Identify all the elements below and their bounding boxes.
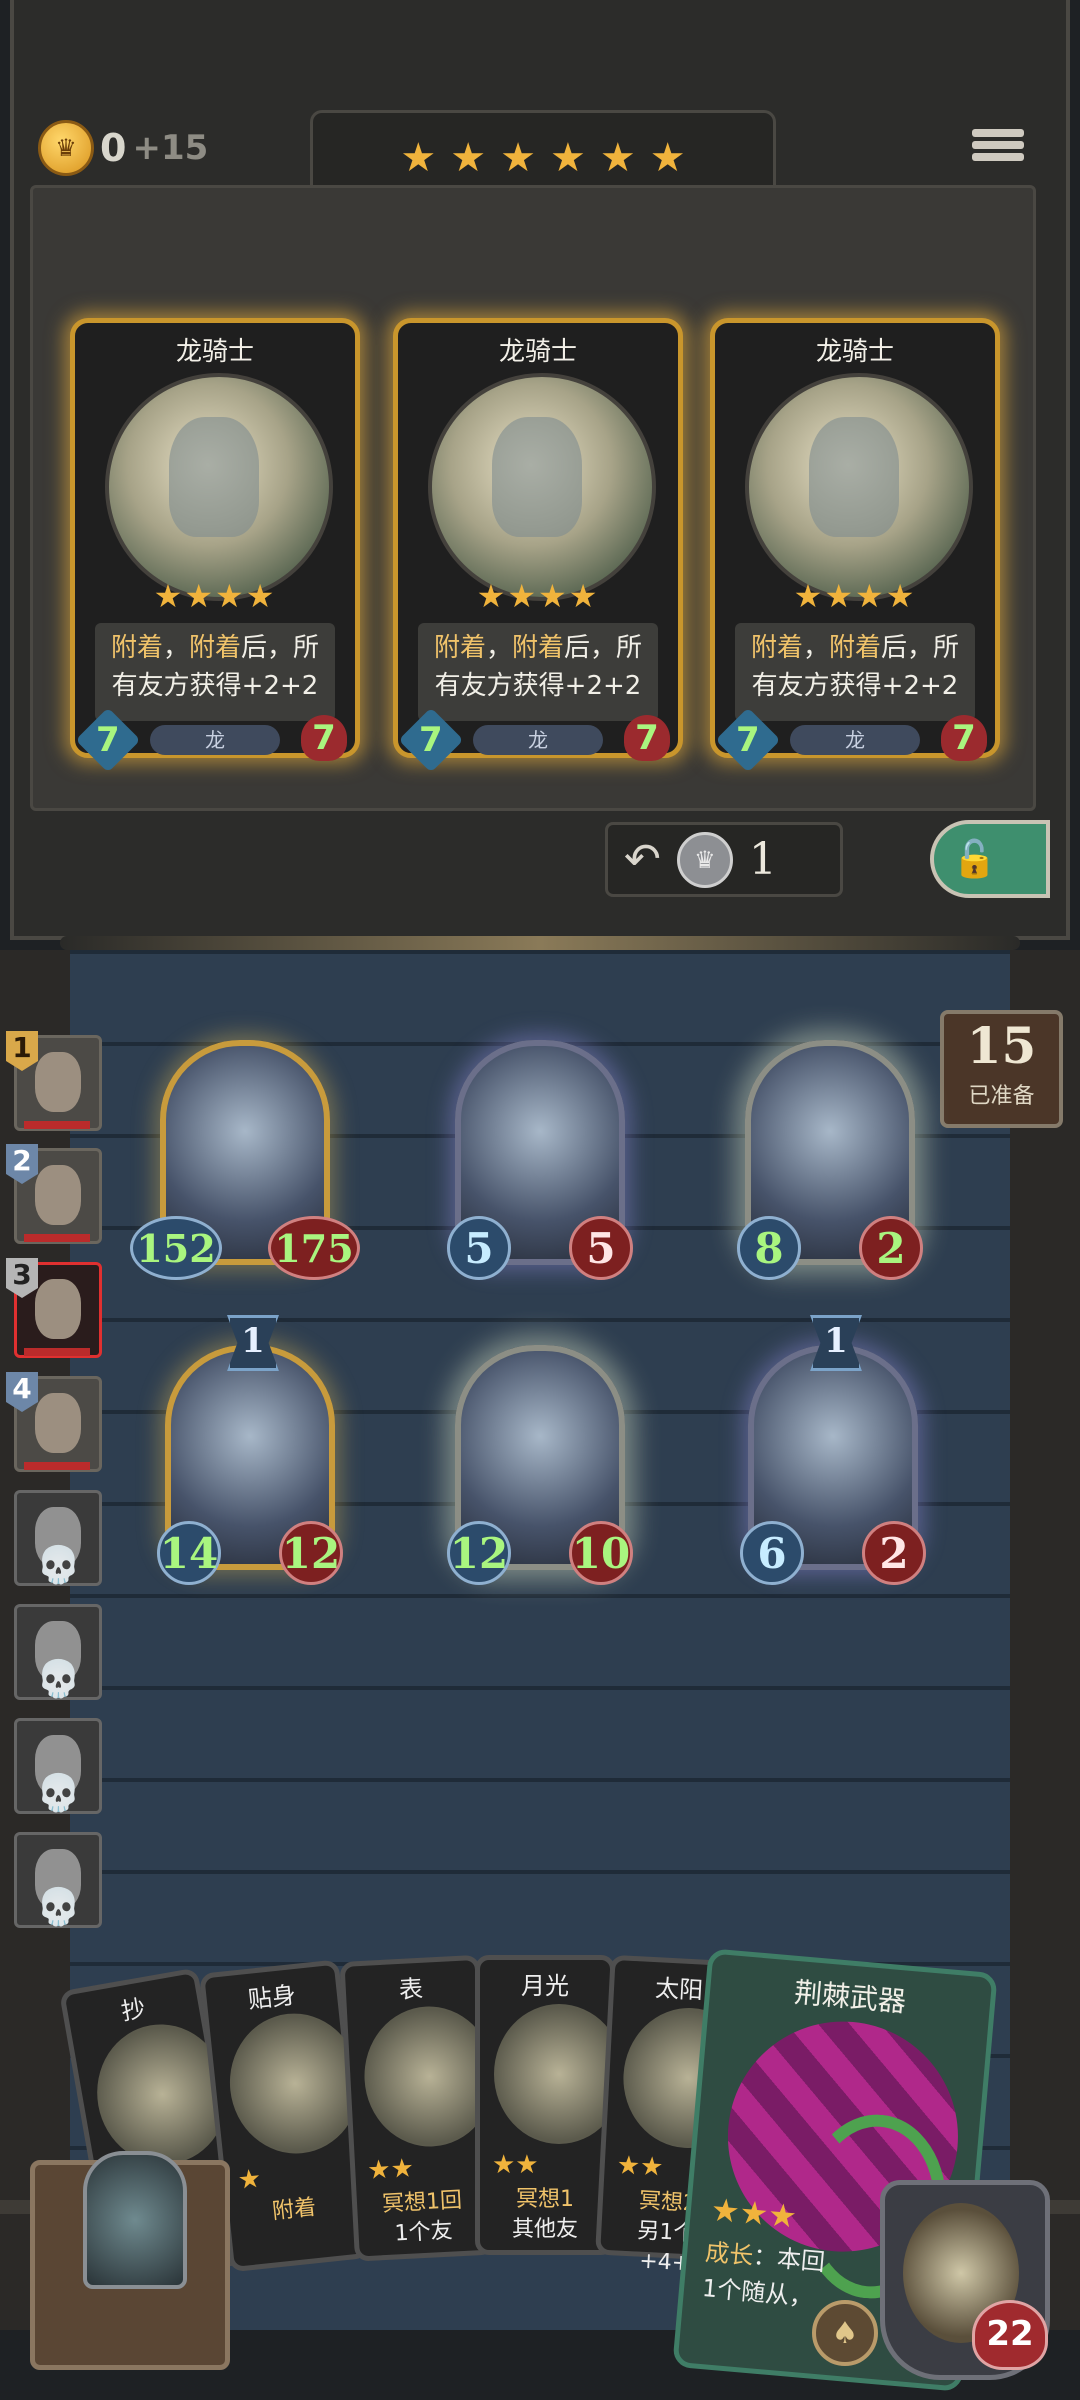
card-art (105, 373, 333, 601)
panel-rail (60, 936, 1020, 950)
card-name: 表 (398, 1974, 424, 2004)
hand-card[interactable]: 表 ★★ 冥想1回 1个友 (339, 1954, 499, 2262)
player-entry-eliminated[interactable]: 💀 (10, 1604, 102, 1704)
avatar (83, 2151, 187, 2289)
refresh-button[interactable]: ↶ ♛ 1 (605, 822, 843, 897)
board-unit[interactable]: 1 6 2 (740, 1315, 926, 1585)
board-unit[interactable]: 152 175 (130, 1040, 360, 1280)
card-description: 冥想1回 1个友 (381, 2187, 463, 2247)
right-pillar (1010, 950, 1080, 2330)
card-description: 附着，附着后，所 有友方获得+2+2 (95, 623, 335, 721)
card-description: 附着 (270, 2195, 318, 2225)
ready-count: 15 (966, 1016, 1037, 1075)
coin-icon: ♛ (676, 831, 733, 888)
player-hp-bar (24, 1348, 90, 1356)
shop-card[interactable]: 龙骑士 ★★★★ 附着，附着后，所 有友方获得+2+2 龙 7 7 (70, 318, 360, 773)
unit-attack: 6 (740, 1521, 804, 1585)
shop-card[interactable]: 龙骑士 ★★★★ 附着，附着后，所 有友方获得+2+2 龙 7 7 (393, 318, 683, 773)
shop-card[interactable]: 龙骑士 ★★★★ 附着，附着后，所 有友方获得+2+2 龙 7 7 (710, 318, 1000, 773)
card-stars: ★★★ (709, 2190, 799, 2236)
card-stars: ★★ (492, 2150, 539, 2180)
unit-attack: 14 (157, 1521, 221, 1585)
menu-icon[interactable] (972, 125, 1024, 173)
card-art (745, 373, 973, 601)
skull-icon: 💀 (36, 1887, 81, 1928)
player-entry-self[interactable]: 3 (6, 1258, 102, 1362)
card-stars: ★★★★ (476, 577, 600, 615)
card-stars: ★ (236, 2163, 263, 2196)
tier-star-icon: ★ (450, 135, 487, 181)
refresh-icon: ↶ (624, 834, 661, 885)
gold-amount: 0 (100, 126, 127, 170)
card-tribe-tag: 龙 (150, 725, 280, 755)
card-tribe-tag: 龙 (473, 725, 603, 755)
card-tribe-tag: 龙 (790, 725, 920, 755)
card-health: 7 (941, 715, 987, 761)
tier-star-icon: ★ (550, 135, 586, 181)
hand-card[interactable]: 月光 ★★ 冥想1 其他友 (475, 1955, 624, 2255)
unit-attack: 152 (130, 1216, 222, 1280)
unit-health: 2 (859, 1216, 923, 1280)
player-entry[interactable]: 4 (6, 1372, 102, 1476)
gold-coin-icon: ♛ (38, 120, 94, 176)
tier-star-icon: ★ (649, 135, 686, 181)
unit-attack: 8 (737, 1216, 801, 1280)
player-hp-bar (24, 1234, 90, 1242)
lock-icon: 🔓 (952, 839, 997, 880)
skull-icon: 💀 (36, 1659, 81, 1700)
board-unit[interactable]: 5 5 (447, 1040, 633, 1280)
board-unit[interactable]: 12 10 (447, 1345, 633, 1585)
player-entry-eliminated[interactable]: 💀 (10, 1490, 102, 1590)
gold-display: ♛ 0 +15 (38, 120, 208, 176)
tier-star-icon: ★ (400, 135, 437, 181)
card-health: 7 (624, 715, 670, 761)
player-entry-eliminated[interactable]: 💀 (10, 1718, 102, 1818)
card-stars: ★★★★ (793, 577, 917, 615)
card-health: 7 (301, 715, 347, 761)
ready-counter: 15 已准备 (940, 1010, 1063, 1128)
card-description: 附着，附着后，所 有友方获得+2+2 (418, 623, 658, 721)
hero-health: 22 (972, 2300, 1048, 2370)
gold-income: +15 (132, 128, 209, 168)
refresh-cost: 1 (748, 834, 777, 885)
unit-attack: 12 (447, 1521, 511, 1585)
unit-health: 175 (268, 1216, 360, 1280)
card-description: 冥想1 其他友 (511, 2187, 578, 2242)
lock-shop-button[interactable]: 🔓 (930, 820, 1050, 898)
player-entry-eliminated[interactable]: 💀 (10, 1832, 102, 1932)
tier-star-icon: ★ (599, 135, 636, 181)
card-name: 龙骑士 (815, 337, 894, 367)
card-stars: ★★ (366, 2153, 415, 2186)
skull-icon: 💀 (36, 1773, 81, 1814)
card-name: 贴身 (246, 1981, 298, 2014)
card-name: 月光 (521, 1972, 569, 2000)
player-entry[interactable]: 2 (6, 1144, 102, 1248)
ready-label: 已准备 (968, 1084, 1035, 1109)
tier-star-icon: ★ (500, 135, 536, 181)
card-art (428, 373, 656, 601)
unit-health: 12 (279, 1521, 343, 1585)
skull-icon: 💀 (36, 1545, 81, 1586)
unit-health: 5 (569, 1216, 633, 1280)
board-unit[interactable]: 8 2 (737, 1040, 923, 1280)
shopkeeper-hero[interactable] (30, 2151, 230, 2370)
player-entry[interactable]: 1 (6, 1031, 102, 1135)
card-name: 龙骑士 (175, 337, 254, 367)
player-hp-bar (24, 1462, 90, 1470)
hero-power-icon[interactable]: ♠ (812, 2300, 878, 2366)
card-description: 附着，附着后，所 有友方获得+2+2 (735, 623, 975, 721)
unit-attack: 5 (447, 1216, 511, 1280)
unit-health: 10 (569, 1521, 633, 1585)
card-stars: ★★ (615, 2150, 665, 2183)
card-name: 龙骑士 (498, 337, 577, 367)
unit-health: 2 (862, 1521, 926, 1585)
card-stars: ★★★★ (153, 577, 277, 615)
board-unit[interactable]: 1 14 12 (157, 1315, 343, 1585)
player-hp-bar (24, 1121, 90, 1129)
card-name: 荆棘武器 (792, 1975, 908, 2019)
